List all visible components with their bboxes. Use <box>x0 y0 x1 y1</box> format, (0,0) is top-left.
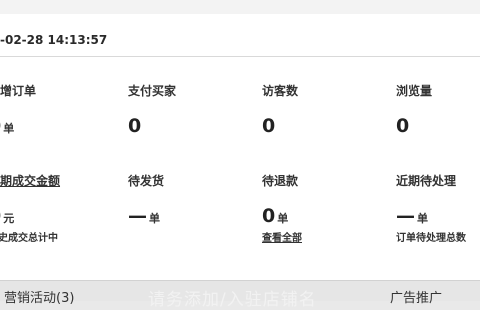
stat-paying-buyers[interactable]: 支付买家 0 <box>128 82 238 137</box>
stat-refunds[interactable]: 待退款 0单 查看全部 <box>262 172 372 244</box>
top-border <box>0 0 480 15</box>
stat-value: — 单 <box>396 205 480 227</box>
stat-number: 0 <box>0 205 1 227</box>
stat-unit: 单 <box>277 212 289 225</box>
stat-label: 待退款 <box>262 174 299 188</box>
stat-period-sales[interactable]: 本期成交金额 0元 历史成交总计中 <box>0 172 98 244</box>
stat-number: — <box>128 205 147 227</box>
stat-label: 浏览量 <box>396 84 433 98</box>
tab-marketing[interactable]: 营销活动(3) <box>4 287 74 306</box>
stat-number: 0 <box>396 115 410 137</box>
stat-pageviews[interactable]: 浏览量 0 <box>396 82 480 137</box>
tab-store-name[interactable]: 请务添加/入驻店铺名 <box>148 285 317 310</box>
stat-value: — 单 <box>128 205 238 227</box>
stat-number: — <box>396 205 415 227</box>
stat-note: 历史成交总计中 <box>0 233 58 244</box>
stat-label: 近期待处理 <box>396 174 457 188</box>
stat-number: 0 <box>262 205 276 227</box>
stat-note: 订单待处理总数 <box>396 233 466 244</box>
stat-label: 新增订单 <box>0 84 37 98</box>
stat-to-ship[interactable]: 待发货 — 单 <box>128 172 238 229</box>
stat-label: 访客数 <box>262 84 299 98</box>
stat-unit: 单 <box>149 212 160 225</box>
stat-number: 0 <box>128 115 142 137</box>
stat-value: 0单 <box>262 205 372 227</box>
stat-label: 待发货 <box>128 174 165 188</box>
stat-label: 本期成交金额 <box>0 174 61 188</box>
dashboard-panel: -02-28 14:13:57 新增订单 0单 支付买家 0 访客数 0 浏览量… <box>0 14 480 280</box>
stat-number: 0 <box>0 115 1 137</box>
bottom-tab-bar: 营销活动(3) 请务添加/入驻店铺名 广告推广 <box>0 280 480 310</box>
stat-unit: 元 <box>3 212 15 225</box>
stat-pending[interactable]: 近期待处理 — 单 订单待处理总数 <box>396 172 480 244</box>
stat-label: 支付买家 <box>128 84 177 98</box>
stat-value: 0 <box>128 115 238 137</box>
stat-number: 0 <box>262 115 276 137</box>
tab-advertising[interactable]: 广告推广 <box>390 287 442 306</box>
stat-value: 0 <box>262 115 372 137</box>
stat-visitors[interactable]: 访客数 0 <box>262 82 372 137</box>
stat-value: 0单 <box>0 115 98 137</box>
stat-value: 0 <box>396 115 480 137</box>
stat-new-orders[interactable]: 新增订单 0单 <box>0 82 98 137</box>
stat-value: 0元 <box>0 205 98 227</box>
stat-unit: 单 <box>3 122 15 135</box>
stat-unit: 单 <box>417 212 428 225</box>
stat-note-link[interactable]: 查看全部 <box>262 229 372 244</box>
report-timestamp: -02-28 14:13:57 <box>0 24 480 57</box>
